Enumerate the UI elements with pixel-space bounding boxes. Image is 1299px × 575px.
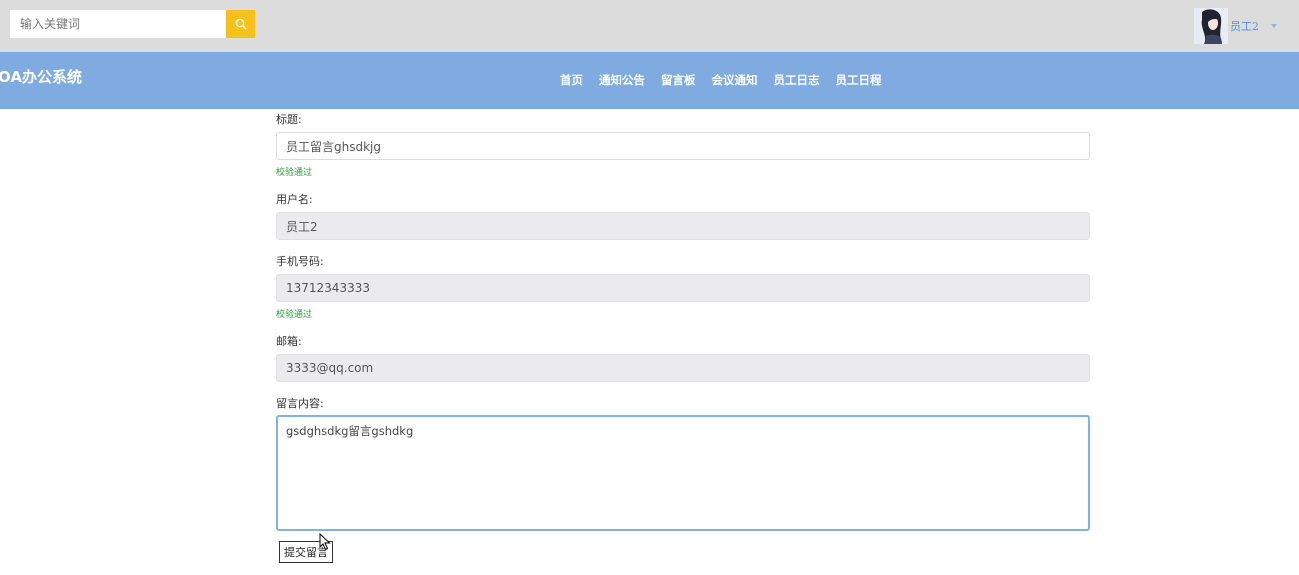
title-valid-text: 校验通过 [276, 168, 313, 178]
user-name[interactable]: 员工2 [1230, 18, 1259, 34]
nav-bar: OA办公系统 首页 通知公告 留言板 会议通知 员工日志 员工日程 [0, 52, 1299, 109]
search-button[interactable] [226, 10, 255, 38]
title-input[interactable] [276, 132, 1090, 160]
title-label: 标题: [276, 113, 302, 126]
content-textarea[interactable]: gsdghsdkg留言gshdkg [276, 415, 1090, 531]
nav-item-staff-schedule[interactable]: 员工日程 [836, 72, 882, 88]
brand-logo[interactable]: OA办公系统 [0, 66, 82, 87]
user-menu[interactable]: 员工2 [1194, 8, 1277, 44]
phone-valid-text: 校验通过 [276, 310, 313, 320]
email-input[interactable] [276, 354, 1090, 382]
nav-item-message-board[interactable]: 留言板 [661, 72, 696, 88]
nav-item-staff-log[interactable]: 员工日志 [774, 72, 820, 88]
search-input[interactable] [10, 10, 226, 38]
content-label: 留言内容: [276, 397, 324, 410]
username-label: 用户名: [276, 193, 313, 206]
chevron-down-icon[interactable] [1271, 24, 1277, 28]
nav-item-meetings[interactable]: 会议通知 [712, 72, 758, 88]
phone-input[interactable] [276, 274, 1090, 302]
search-icon [235, 18, 246, 30]
nav-item-notices[interactable]: 通知公告 [599, 72, 645, 88]
phone-label: 手机号码: [276, 255, 324, 268]
email-label: 邮箱: [276, 335, 302, 348]
avatar-portrait-icon [1194, 8, 1228, 44]
nav-item-home[interactable]: 首页 [560, 72, 583, 88]
top-bar: 员工2 [0, 0, 1299, 52]
username-input[interactable] [276, 212, 1090, 240]
mouse-pointer-icon [319, 533, 331, 551]
main-nav: 首页 通知公告 留言板 会议通知 员工日志 员工日程 [560, 72, 898, 88]
